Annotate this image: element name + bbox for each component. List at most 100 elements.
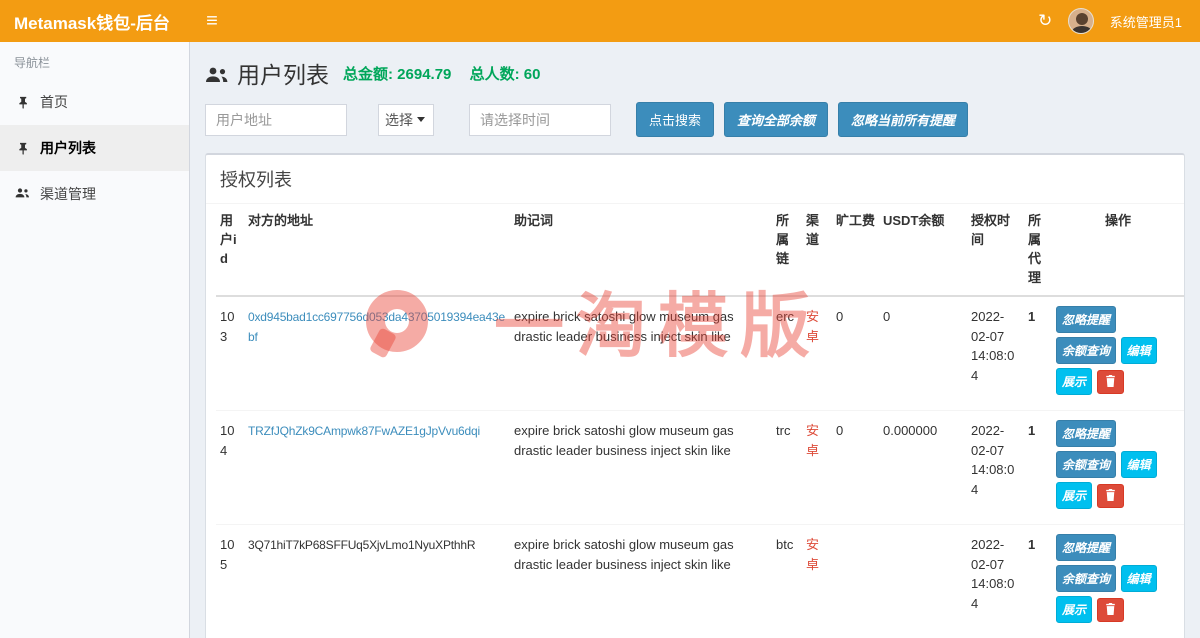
- sidebar-header: 导航栏: [14, 56, 51, 70]
- auth-time-cell: 2022-02-07 14:08:04: [967, 296, 1024, 412]
- total-count-label: 总人数:: [469, 65, 520, 83]
- trash-icon: [1105, 603, 1116, 616]
- ignore-alert-button[interactable]: 忽略提醒: [1056, 534, 1117, 562]
- table-row: 105 3Q71hiT7kP68SFFUq5XjvLmo1NyuXPthhR e…: [216, 524, 1184, 638]
- avatar[interactable]: [1067, 8, 1094, 34]
- trash-icon: [1105, 375, 1116, 388]
- user-table: 用户id 对方的地址 助记词 所属链 渠道 旷工费 USDT余额 授权时间 所属…: [216, 204, 1184, 638]
- show-button[interactable]: 展示: [1056, 596, 1093, 624]
- total-amount-value: 2694.79: [397, 65, 452, 83]
- user-id-cell: 104: [216, 410, 244, 526]
- panel-title: 授权列表: [206, 155, 1184, 204]
- agent-cell: 1: [1024, 524, 1052, 638]
- navbar-right: ↺ 系统管理员1: [1038, 0, 1200, 42]
- table-body: 103 0xd945bad1cc697756d053da43705019394e…: [216, 296, 1184, 638]
- show-button[interactable]: 展示: [1056, 482, 1093, 510]
- address-link[interactable]: 3Q71hiT7kP68SFFUq5XjvLmo1NyuXPthhR: [248, 538, 476, 552]
- trash-icon: [1105, 489, 1116, 502]
- auth-time-cell: 2022-02-07 14:08:04: [967, 524, 1024, 638]
- sidebar-item-label: 用户列表: [40, 140, 96, 156]
- col-header-miner-fee: 旷工费: [832, 204, 879, 298]
- edit-button[interactable]: 编辑: [1120, 565, 1157, 593]
- sidebar-item-user-list[interactable]: 用户列表: [0, 125, 189, 171]
- chain-select[interactable]: 选择: [378, 103, 434, 136]
- caret-down-icon: [417, 117, 425, 122]
- time-picker-input[interactable]: [469, 103, 611, 136]
- user-id-cell: 105: [216, 524, 244, 638]
- address-link[interactable]: TRZfJQhZk9CAmpwk87FwAZE1gJpVvu6dqi: [248, 424, 480, 438]
- address-link[interactable]: 0xd945bad1cc697756d053da43705019394ea43e…: [248, 310, 505, 344]
- table-header-row: 用户id 对方的地址 助记词 所属链 渠道 旷工费 USDT余额 授权时间 所属…: [216, 204, 1184, 298]
- app-brand[interactable]: Metamask钱包-后台: [0, 0, 190, 42]
- col-header-usdt-balance: USDT余额: [879, 204, 967, 298]
- agent-cell: 1: [1024, 410, 1052, 526]
- user-id-cell: 103: [216, 296, 244, 412]
- show-button[interactable]: 展示: [1056, 368, 1093, 396]
- page-title: 用户列表: [205, 56, 329, 90]
- pin-icon: [15, 141, 30, 156]
- col-header-user-id: 用户id: [216, 204, 244, 298]
- actions-cell: 忽略提醒 余额查询 编辑 展示: [1052, 410, 1184, 526]
- summary-totals: 总金额: 2694.79 总人数: 60: [343, 63, 554, 84]
- miner-fee-cell: [832, 524, 879, 638]
- chain-cell: trc: [772, 410, 802, 526]
- admin-name[interactable]: 系统管理员1: [1110, 12, 1182, 31]
- actions-cell: 忽略提醒 余额查询 编辑 展示: [1052, 524, 1184, 638]
- edit-button[interactable]: 编辑: [1120, 337, 1157, 365]
- users-icon: [205, 63, 229, 83]
- usdt-balance-cell: [879, 524, 967, 638]
- auth-time-cell: 2022-02-07 14:08:04: [967, 410, 1024, 526]
- col-header-mnemonic: 助记词: [510, 204, 772, 298]
- table-row: 103 0xd945bad1cc697756d053da43705019394e…: [216, 296, 1184, 412]
- page-title-text: 用户列表: [237, 62, 329, 88]
- search-button[interactable]: 点击搜索: [636, 102, 715, 137]
- balance-query-button[interactable]: 余额查询: [1056, 337, 1117, 365]
- mnemonic-cell: expire brick satoshi glow museum gas dra…: [510, 410, 772, 526]
- col-header-auth-time: 授权时间: [967, 204, 1024, 298]
- main-content: 用户列表 总金额: 2694.79 总人数: 60 选择 点击搜索 查询全部余额…: [190, 42, 1200, 638]
- hamburger-icon: ≡: [206, 9, 218, 32]
- address-cell: 0xd945bad1cc697756d053da43705019394ea43e…: [244, 296, 510, 412]
- user-address-input[interactable]: [205, 103, 347, 136]
- col-header-actions: 操作: [1052, 204, 1184, 298]
- top-navbar: Metamask钱包-后台 ≡ ↺ 系统管理员1: [0, 0, 1200, 42]
- actions-cell: 忽略提醒 余额查询 编辑 展示: [1052, 296, 1184, 412]
- mnemonic-cell: expire brick satoshi glow museum gas dra…: [510, 296, 772, 412]
- address-cell: TRZfJQhZk9CAmpwk87FwAZE1gJpVvu6dqi: [244, 410, 510, 526]
- sidebar-item-label: 首页: [40, 94, 68, 110]
- edit-button[interactable]: 编辑: [1120, 451, 1157, 479]
- refresh-icon[interactable]: ↺: [1038, 11, 1052, 31]
- address-cell: 3Q71hiT7kP68SFFUq5XjvLmo1NyuXPthhR: [244, 524, 510, 638]
- users-icon: [15, 187, 30, 202]
- table-row: 104 TRZfJQhZk9CAmpwk87FwAZE1gJpVvu6dqi e…: [216, 410, 1184, 526]
- channel-cell: 安卓: [802, 410, 832, 526]
- col-header-channel: 渠道: [802, 204, 832, 298]
- balance-query-button[interactable]: 余额查询: [1056, 451, 1117, 479]
- ignore-alert-button[interactable]: 忽略提醒: [1056, 306, 1117, 334]
- col-header-chain: 所属链: [772, 204, 802, 298]
- chain-cell: erc: [772, 296, 802, 412]
- sidebar-toggle[interactable]: ≡: [190, 0, 234, 42]
- authorization-list-panel: 授权列表 用户id 对方的地址 助记词 所属链 渠道 旷工费 USDT余额 授权…: [205, 153, 1185, 638]
- delete-button[interactable]: [1096, 598, 1124, 623]
- total-count-value: 60: [523, 65, 541, 83]
- mnemonic-cell: expire brick satoshi glow museum gas dra…: [510, 524, 772, 638]
- query-all-balance-button[interactable]: 查询全部余额: [724, 102, 829, 137]
- col-header-address: 对方的地址: [244, 204, 510, 298]
- sidebar-item-label: 渠道管理: [40, 186, 96, 202]
- total-amount-label: 总金额:: [343, 65, 393, 83]
- usdt-balance-cell: 0: [879, 296, 967, 412]
- ignore-all-alerts-button[interactable]: 忽略当前所有提醒: [838, 102, 969, 137]
- delete-button[interactable]: [1096, 484, 1124, 509]
- channel-cell: 安卓: [802, 524, 832, 638]
- balance-query-button[interactable]: 余额查询: [1056, 565, 1117, 593]
- ignore-alert-button[interactable]: 忽略提醒: [1056, 420, 1117, 448]
- usdt-balance-cell: 0.000000: [879, 410, 967, 526]
- col-header-agent: 所属代理: [1024, 204, 1052, 298]
- delete-button[interactable]: [1096, 370, 1124, 395]
- filter-bar: 选择 点击搜索 查询全部余额 忽略当前所有提醒: [205, 102, 1185, 137]
- miner-fee-cell: 0: [832, 296, 879, 412]
- sidebar-item-channel-mgmt[interactable]: 渠道管理: [0, 171, 189, 217]
- sidebar-item-home[interactable]: 首页: [0, 79, 189, 125]
- chain-select-value: 选择: [385, 111, 413, 128]
